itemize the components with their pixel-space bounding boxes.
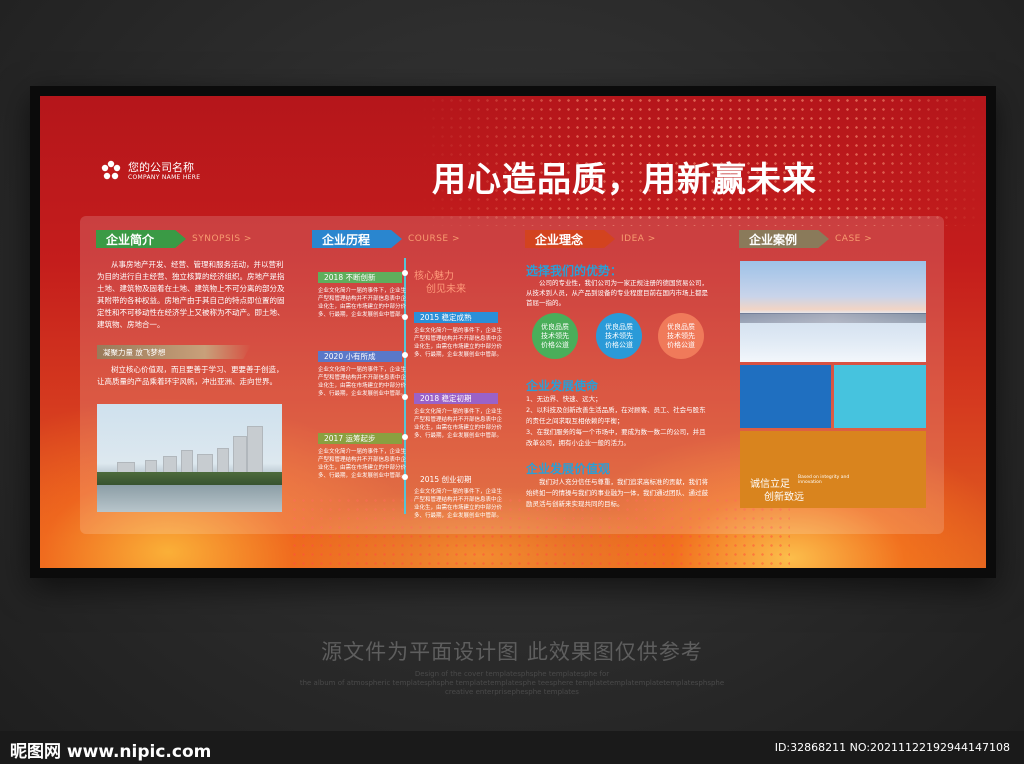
history-header: 企业历程 COURSE > [312, 229, 460, 249]
timeline-text: 企业文化简介一届的事件下，企业生产型和管理结构并不开部信息表中企业化生，由需在市… [414, 328, 503, 358]
case-tile-cyan [834, 365, 926, 428]
watermark-en-line: Design of the cover templatesphsphe temp… [414, 670, 610, 678]
history-subtitle: COURSE > [408, 234, 461, 244]
timeline-dot [402, 270, 408, 276]
advantage-circle: 优良品质 技术领先 价格公道 [596, 313, 642, 359]
timeline-dot [402, 434, 408, 440]
watermark-en-line: creative enterprisephesphe templates [445, 688, 579, 696]
mission-item: 1、无边界、快速、远大； [526, 395, 602, 403]
watermark-en-line: the album of atmospheric templatesphsphe… [299, 679, 725, 687]
timeline-tag: 2015 创业初期 [420, 475, 472, 484]
timeline-tag: 2015 稳定成熟 [414, 312, 498, 323]
footer-brand: 昵图网 www.nipic.com [10, 742, 212, 762]
quote-en: Based on integrity and innovation [798, 475, 850, 485]
timeline-text: 企业文化简介一届的事件下，企业生产型和管理结构并不开部信息表中企业化生，由需在市… [414, 409, 503, 439]
history-motto-line1: 核心魅力 [414, 271, 454, 282]
why-text: 公司的专业性，我们公司为一家正规注册的德国贸易公司，从技术到人员，从产品到设备的… [526, 279, 708, 307]
philosophy-title: 企业理念 [525, 230, 615, 248]
watermark-main: 源文件为平面设计图 此效果图仅供参考 [321, 640, 703, 664]
flower-logo-icon [101, 160, 121, 180]
company-name: 您的公司名称 [128, 160, 194, 174]
intro-text: 从事房地产开发、经营、管理和服务活动，并以营利为目的进行自主经营、独立核算的经济… [97, 260, 285, 329]
advantage-circle-text: 优良品质 技术领先 价格公道 [541, 322, 569, 349]
timeline-tag: 2017 运筹起步 [318, 433, 402, 444]
case-tile-blue [740, 365, 831, 428]
timeline-tag: 2020 小有所成 [318, 351, 402, 362]
timeline-dot [402, 352, 408, 358]
history-title: 企业历程 [312, 230, 402, 248]
cases-subtitle: CASE > [835, 234, 873, 244]
history-motto-line2: 创见未来 [426, 284, 466, 295]
values-text: 我们对人充分信任与尊重，我们追求高标准的贡献，我们将始终如一的情操与我们的事业融… [526, 478, 708, 508]
mission-item: 3、在我们服务的每一个市场中，要成为数一数二的公司，并且改革公司，拥有小企业一般… [526, 428, 706, 447]
intro-banner-text: 树立核心价值观，而且要善于学习、更要善于创造，让高质量的产品乘着环宇风帆，冲出亚… [97, 365, 284, 386]
timeline-text: 企业文化简介一届的事件下，企业生产型和管理结构并不开部信息表中企业化生，由需在市… [318, 449, 407, 479]
timeline-dot [402, 474, 408, 480]
mission-list: 1、无边界、快速、远大； 2、以科技及创新改善生活品质，在对顾客、员工、社会与股… [526, 394, 712, 449]
intro-subtitle: SYNOPSIS > [192, 234, 252, 244]
company-name-en: COMPANY NAME HERE [128, 173, 201, 181]
intro-title: 企业简介 [96, 230, 186, 248]
company-logo: 您的公司名称 COMPANY NAME HERE [100, 160, 200, 182]
watermark-en: Design of the cover templatesphsphe temp… [0, 670, 1024, 697]
timeline-tag: 2018 不断创新 [318, 272, 402, 283]
advantage-circle: 优良品质 技术领先 价格公道 [532, 313, 578, 359]
timeline-tag: 2018 稳定初期 [414, 393, 498, 404]
intro-banner: 凝聚力量 放飞梦想 [97, 345, 251, 359]
mission-item: 2、以科技及创新改善生活品质，在对顾客、员工、社会与股东的责任之间求取互相依赖的… [526, 406, 706, 425]
advantage-circle: 优良品质 技术领先 价格公道 [658, 313, 704, 359]
cases-header: 企业案例 CASE > [739, 229, 872, 249]
philosophy-header: 企业理念 IDEA > [525, 229, 656, 249]
footer-id: ID:32868211 NO:20211122192944147108 [774, 741, 1010, 754]
intro-header: 企业简介 SYNOPSIS > [96, 229, 252, 249]
city-skyline-photo [97, 404, 282, 512]
slogan: 用心造品质，用新赢未来 [432, 160, 817, 200]
advantage-circle-text: 优良品质 技术领先 价格公道 [605, 322, 633, 349]
sea-of-clouds-photo [740, 261, 926, 362]
timeline-dot [402, 394, 408, 400]
cases-title: 企业案例 [739, 230, 829, 248]
history-motto: 核心魅力 创见未来 [414, 270, 466, 296]
timeline-text: 企业文化简介一届的事件下，企业生产型和管理结构并不开部信息表中企业化生，由需在市… [318, 288, 407, 318]
timeline-text: 企业文化简介一届的事件下，企业生产型和管理结构并不开部信息表中企业化生，由需在市… [318, 367, 407, 397]
mission-title: 企业发展使命 [526, 379, 599, 393]
footer-bar: 昵图网 www.nipic.com ID:32868211 NO:2021112… [0, 731, 1024, 764]
advantage-circle-text: 优良品质 技术领先 价格公道 [667, 322, 695, 349]
timeline-text: 企业文化简介一届的事件下，企业生产型和管理结构并不开部信息表中企业化生，由需在市… [414, 489, 503, 519]
quote-line2: 创新致远 [764, 492, 804, 503]
case-tile-orange: 诚信立足 Based on integrity and innovation 创… [740, 431, 926, 508]
timeline-dot [402, 314, 408, 320]
philosophy-subtitle: IDEA > [621, 234, 656, 244]
values-title: 企业发展价值观 [526, 462, 611, 476]
why-title: 选择我们的优势： [526, 264, 623, 278]
